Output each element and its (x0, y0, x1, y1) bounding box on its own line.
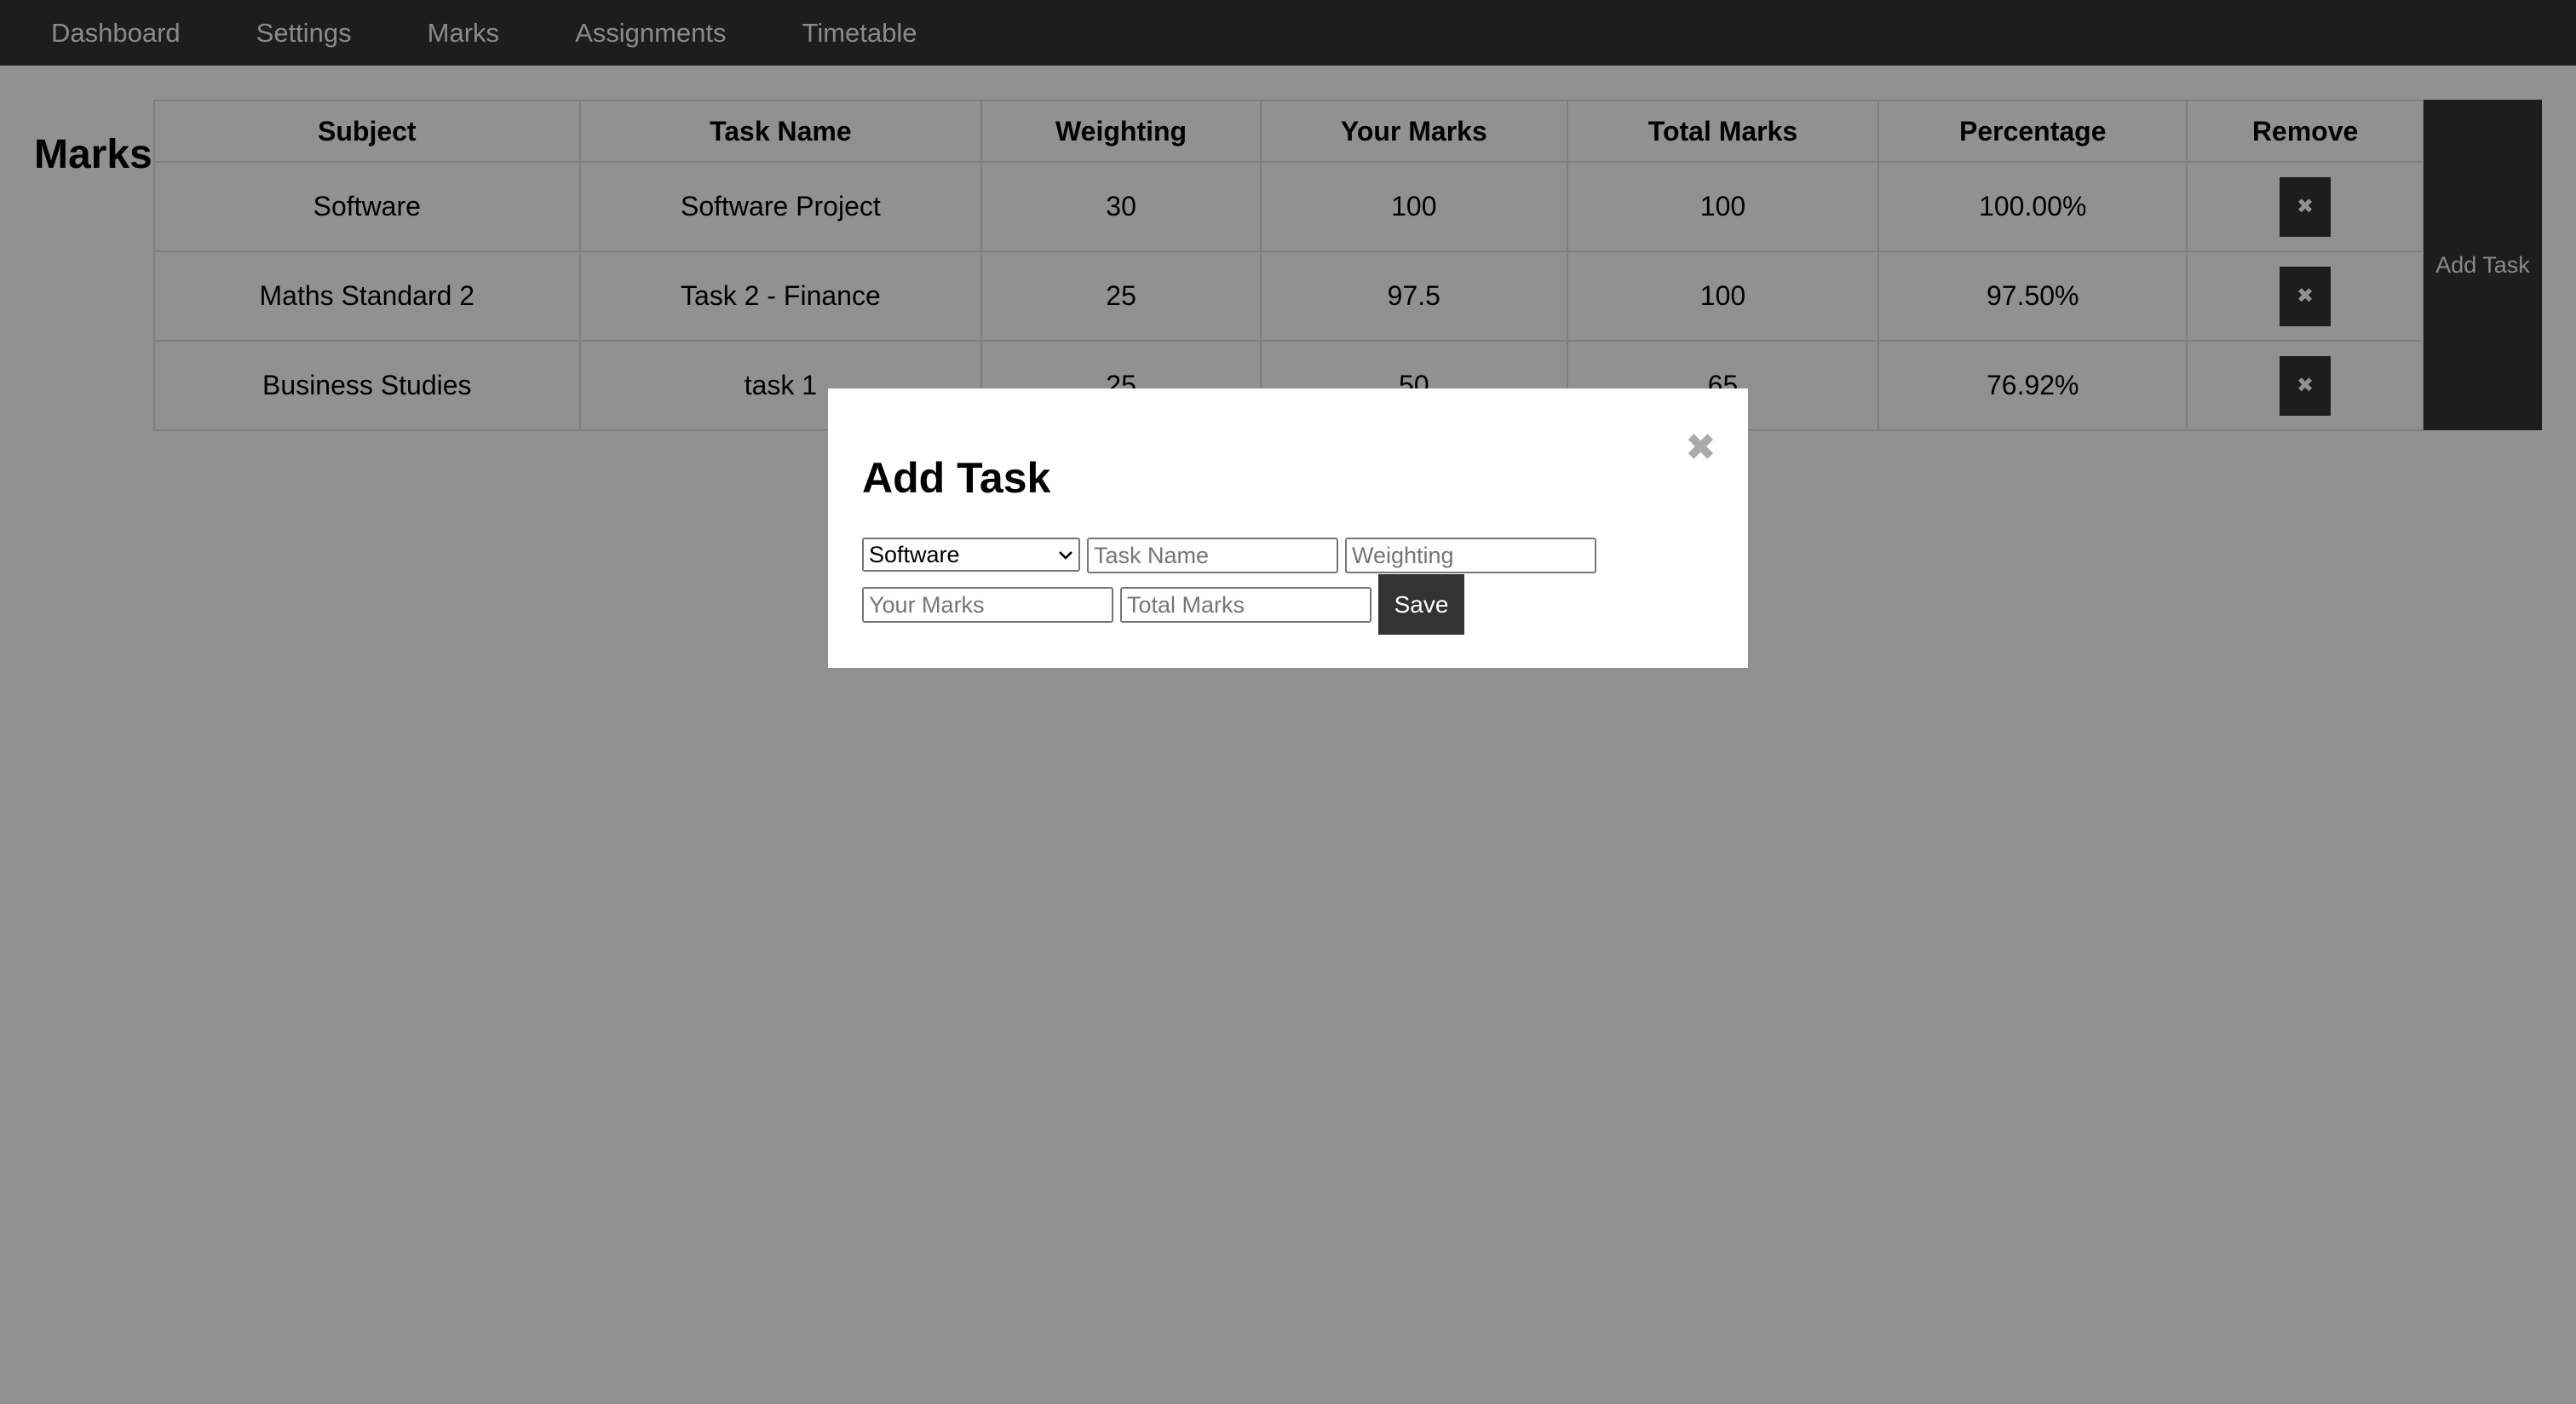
save-button[interactable]: Save (1378, 574, 1464, 635)
subject-select-value: Software (869, 541, 960, 567)
modal-title: Add Task (862, 454, 1051, 502)
subject-select[interactable]: Software (862, 538, 1080, 572)
chevron-down-icon (1058, 544, 1073, 566)
weighting-input[interactable] (1345, 538, 1596, 573)
task-name-input[interactable] (1087, 538, 1338, 573)
total-marks-input[interactable] (1120, 587, 1371, 623)
modal-overlay[interactable] (0, 0, 2576, 1404)
close-icon[interactable]: ✖ (1685, 429, 1716, 467)
your-marks-input[interactable] (862, 587, 1113, 623)
add-task-modal: ✖ Add Task Software Save (828, 388, 1748, 668)
